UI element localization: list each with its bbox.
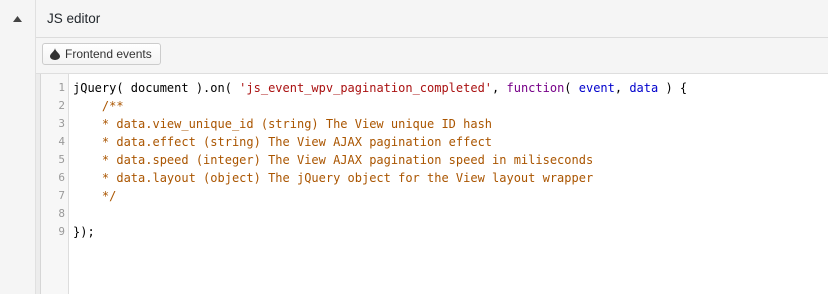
line-number: 8 [58, 207, 65, 220]
code-text: /** [73, 97, 124, 115]
code-text: }); [73, 223, 95, 241]
code-text: */ [73, 187, 116, 205]
code-line[interactable]: 9}); [41, 223, 828, 241]
code-line[interactable]: 1 jQuery( document ).on( 'js_event_wpv_pa… [41, 79, 828, 97]
code-text: * data.speed (integer) The View AJAX pag… [73, 151, 593, 169]
line-number: 1 [58, 81, 65, 94]
line-number: 6 [58, 171, 65, 184]
code-line[interactable]: 3 * data.view_unique_id (string) The Vie… [41, 115, 828, 133]
code-line[interactable]: 2 /** [41, 97, 828, 115]
code-token: * data.layout (object) The jQuery object… [73, 171, 594, 185]
code-text: * data.effect (string) The View AJAX pag… [73, 133, 492, 151]
drop-icon [50, 48, 60, 60]
frontend-events-label: Frontend events [65, 47, 152, 61]
code-token: , [614, 81, 630, 95]
code-line[interactable]: 5 * data.speed (integer) The View AJAX p… [41, 151, 828, 169]
code-token: jQuery( document ).on( [73, 81, 240, 95]
line-number: 9 [58, 225, 65, 238]
editor-toolbar: Frontend events [36, 38, 828, 74]
code-token: , [492, 81, 507, 95]
line-number: 7 [58, 189, 65, 202]
panel-title: JS editor [47, 11, 101, 26]
panel-toggle-column [0, 0, 36, 294]
line-number: 3 [58, 117, 65, 130]
code-text: * data.layout (object) The jQuery object… [73, 169, 593, 187]
code-token: data [629, 81, 659, 95]
code-token: function [506, 81, 565, 95]
code-token: ) { [658, 81, 688, 95]
editor-wrapper: Frontend events 1 jQuery( document ).on( … [36, 38, 828, 294]
code-token: 'js_event_wpv_pagination_completed' [239, 81, 493, 95]
code-line[interactable]: 7 */ [41, 187, 828, 205]
line-number: 4 [58, 135, 65, 148]
code-token: ( [564, 81, 579, 95]
code-token: }); [73, 225, 95, 239]
code-line[interactable]: 8 [41, 205, 828, 223]
frontend-events-button[interactable]: Frontend events [42, 43, 161, 65]
code-line[interactable]: 4 * data.effect (string) The View AJAX p… [41, 133, 828, 151]
code-lines: 1 jQuery( document ).on( 'js_event_wpv_pa… [41, 79, 828, 241]
line-number: 2 [58, 99, 65, 112]
code-token: * data.view_unique_id (string) The View … [73, 117, 493, 131]
code-editor[interactable]: 1 jQuery( document ).on( 'js_event_wpv_pa… [40, 74, 828, 294]
line-number: 5 [58, 153, 65, 166]
code-token: /** [73, 99, 124, 113]
code-token: * data.effect (string) The View AJAX pag… [73, 135, 493, 149]
triangle-up-icon [13, 16, 22, 22]
code-token: * data.speed (integer) The View AJAX pag… [73, 153, 594, 167]
code-token: event [578, 81, 615, 95]
panel-header: JS editor [36, 0, 828, 38]
collapse-toggle-button[interactable] [0, 0, 35, 38]
code-token: */ [73, 189, 117, 203]
js-editor-panel: JS editor Frontend events 1 jQuery( docum… [0, 0, 828, 294]
code-text: jQuery( document ).on( 'js_event_wpv_pag… [73, 79, 687, 97]
code-line[interactable]: 6 * data.layout (object) The jQuery obje… [41, 169, 828, 187]
code-text: * data.view_unique_id (string) The View … [73, 115, 492, 133]
